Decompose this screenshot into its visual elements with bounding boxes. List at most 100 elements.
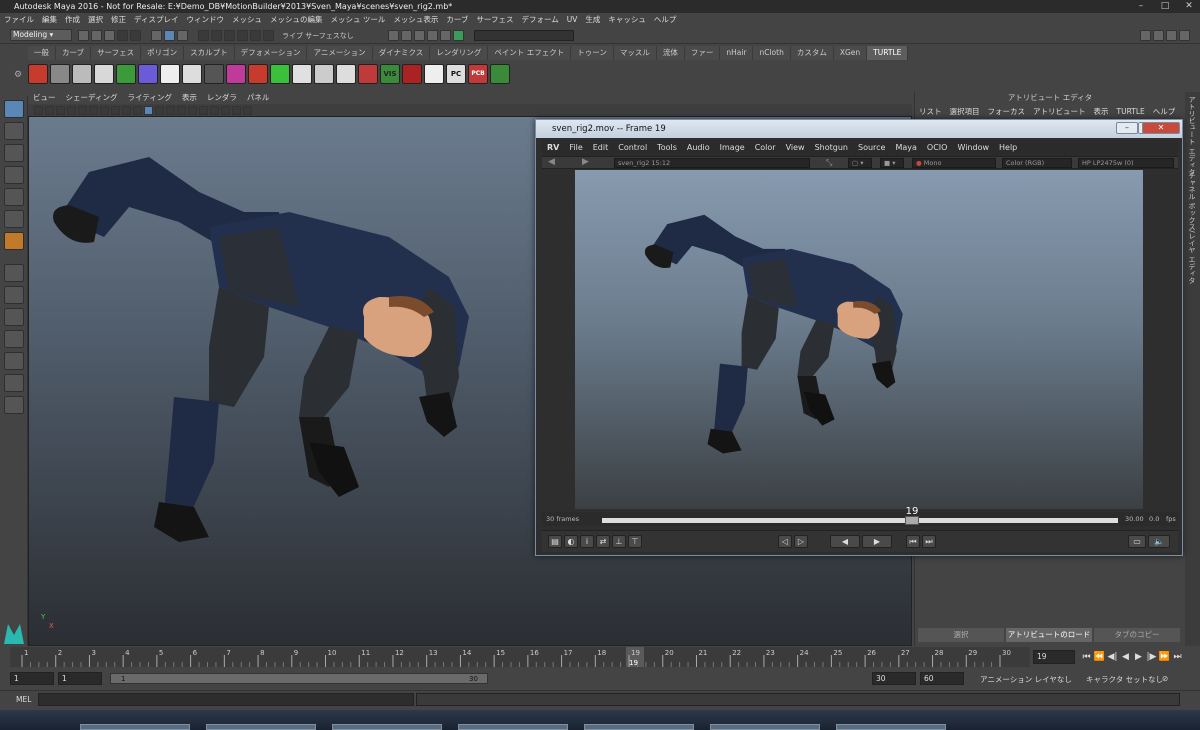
- open-scene-icon[interactable]: [91, 30, 102, 41]
- rv-playhead[interactable]: [904, 516, 919, 525]
- character-set-dropdown[interactable]: キャラクタ セットなし: [1086, 674, 1163, 685]
- shelf-tool-icon[interactable]: [28, 64, 48, 84]
- render-frame-icon[interactable]: [400, 30, 412, 41]
- go-to-start-icon[interactable]: ⏮: [1080, 652, 1093, 662]
- xray-icon[interactable]: [243, 105, 252, 115]
- shelf-tool-icon[interactable]: [94, 64, 114, 84]
- step-forward-key-icon[interactable]: ⏩: [1158, 652, 1171, 662]
- range-slider[interactable]: 1 30: [110, 673, 488, 684]
- taskbar-item[interactable]: [458, 724, 568, 730]
- rv-menu-color[interactable]: Color: [750, 140, 781, 156]
- attr-menu-list[interactable]: リスト: [915, 106, 946, 118]
- rv-menu-file[interactable]: File: [564, 140, 587, 156]
- menu-help[interactable]: ヘルプ: [650, 13, 681, 27]
- minimize-button[interactable]: –: [1130, 0, 1152, 12]
- shelf-tool-icon[interactable]: VIS: [380, 64, 400, 84]
- channel-box-icon[interactable]: [1166, 30, 1177, 41]
- move-tool-icon[interactable]: [4, 166, 24, 184]
- taskbar-item[interactable]: [332, 724, 442, 730]
- gate-mask-icon[interactable]: [111, 105, 120, 115]
- menu-cache[interactable]: キャッシュ: [604, 13, 650, 27]
- new-scene-icon[interactable]: [78, 30, 89, 41]
- rv-info-icon[interactable]: i: [580, 535, 594, 548]
- shelf-tool-icon[interactable]: [138, 64, 158, 84]
- rv-playback-mode-icon[interactable]: ▭: [1128, 535, 1146, 548]
- taskbar-item[interactable]: [584, 724, 694, 730]
- textured-icon[interactable]: [177, 105, 186, 115]
- shelf-tool-icon[interactable]: [72, 64, 92, 84]
- play-forward-icon[interactable]: ▶: [1132, 652, 1145, 662]
- shelf-tool-icon[interactable]: [292, 64, 312, 84]
- bookmark-icon[interactable]: [56, 105, 65, 115]
- rv-menu-audio[interactable]: Audio: [682, 140, 715, 156]
- end-time-field[interactable]: 60: [920, 672, 964, 685]
- close-button[interactable]: ✕: [1178, 0, 1200, 12]
- rv-menu-view[interactable]: View: [781, 140, 810, 156]
- shelf-tool-icon[interactable]: [116, 64, 136, 84]
- rv-color-dropdown[interactable]: Color (RGB): [1002, 158, 1072, 168]
- isolate-select-icon[interactable]: [232, 105, 241, 115]
- persp-outliner-layout-icon[interactable]: [4, 308, 24, 326]
- menu-create[interactable]: 作成: [61, 13, 84, 27]
- ipr-render-icon[interactable]: [413, 30, 425, 41]
- wireframe-on-shaded-icon[interactable]: [166, 105, 175, 115]
- time-slider[interactable]: 1 2 3 4 5 6 7 8 9 10 11 12 13 14 15 16 17 18 19 20 21 22 23 24 2…: [10, 647, 1030, 667]
- shelf-tool-icon[interactable]: [50, 64, 70, 84]
- shelf-tab-custom[interactable]: カスタム: [790, 46, 834, 60]
- select-hierarchy-icon[interactable]: [151, 30, 162, 41]
- shelf-tab-paint-effects[interactable]: ペイント エフェクト: [488, 46, 572, 60]
- command-language-label[interactable]: MEL: [16, 695, 31, 704]
- rv-menu-maya[interactable]: Maya: [890, 140, 921, 156]
- attr-menu-focus[interactable]: フォーカス: [984, 106, 1030, 118]
- rv-menu-help[interactable]: Help: [994, 140, 1022, 156]
- resolution-gate-icon[interactable]: [100, 105, 109, 115]
- shelf-tool-icon[interactable]: [402, 64, 422, 84]
- playback-start-field[interactable]: 1: [58, 672, 102, 685]
- paint-select-tool-icon[interactable]: [4, 144, 24, 162]
- menu-window[interactable]: ウィンドウ: [182, 13, 228, 27]
- menu-modify[interactable]: 修正: [107, 13, 130, 27]
- shelf-tool-icon[interactable]: [490, 64, 510, 84]
- scale-tool-icon[interactable]: [4, 210, 24, 228]
- shelf-tool-icon[interactable]: PC: [446, 64, 466, 84]
- menu-deform[interactable]: デフォーム: [518, 13, 563, 27]
- toggle-panel-icon[interactable]: [1153, 30, 1164, 41]
- shelf-tab-dynamics[interactable]: ダイナミクス: [372, 46, 431, 60]
- menu-set-dropdown[interactable]: Modeling ▾: [10, 29, 72, 41]
- viewport-menu-show[interactable]: 表示: [177, 92, 202, 104]
- rv-channel-dropdown[interactable]: ● Mono: [912, 158, 996, 168]
- safe-action-icon[interactable]: [133, 105, 142, 115]
- anim-layer-dropdown[interactable]: アニメーション レイヤなし: [980, 674, 1072, 685]
- shelf-tool-icon[interactable]: [248, 64, 268, 84]
- rv-frame-icon[interactable]: ▢ ▾: [848, 158, 872, 168]
- shelf-tab-muscle[interactable]: マッスル: [613, 46, 657, 60]
- rv-session-icon[interactable]: ▤: [548, 535, 562, 548]
- rv-image-view[interactable]: [575, 170, 1143, 509]
- menu-surfaces[interactable]: サーフェス: [472, 13, 517, 27]
- rv-loop-icon[interactable]: ⇄: [596, 535, 610, 548]
- viewport-menu-renderer[interactable]: レンダラ: [202, 92, 242, 104]
- shelf-tab-toon[interactable]: トゥーン: [571, 46, 614, 60]
- rv-menu-ocio[interactable]: OCIO: [922, 140, 953, 156]
- field-chart-icon[interactable]: [122, 105, 131, 115]
- shelf-tab-surfaces[interactable]: サーフェス: [91, 46, 142, 60]
- antialiasing-icon[interactable]: [221, 105, 230, 115]
- search-input[interactable]: [473, 30, 574, 41]
- image-plane-icon[interactable]: [67, 105, 76, 115]
- snap-point-icon[interactable]: [224, 30, 235, 41]
- side-tab-attribute-editor[interactable]: アトリビュート エディタ: [1187, 96, 1197, 175]
- viewport-menu-shading[interactable]: シェーディング: [61, 92, 123, 104]
- hypershade-layout-icon[interactable]: [4, 352, 24, 370]
- select-tool-icon[interactable]: [4, 100, 24, 118]
- select-component-icon[interactable]: [177, 30, 188, 41]
- rv-menu-window[interactable]: Window: [952, 140, 994, 156]
- rv-display-dropdown[interactable]: HP LP2475w (0): [1078, 158, 1174, 168]
- rv-menu-source[interactable]: Source: [853, 140, 890, 156]
- menu-edit-mesh[interactable]: メッシュの編集: [266, 13, 327, 27]
- shelf-tab-rendering[interactable]: レンダリング: [430, 46, 489, 60]
- shelf-tool-icon[interactable]: [270, 64, 290, 84]
- attr-menu-selected[interactable]: 選択項目: [946, 106, 984, 118]
- redo-icon[interactable]: [130, 30, 141, 41]
- rv-step-back-icon[interactable]: ◁: [778, 535, 792, 548]
- shelf-tool-icon[interactable]: PCB: [468, 64, 488, 84]
